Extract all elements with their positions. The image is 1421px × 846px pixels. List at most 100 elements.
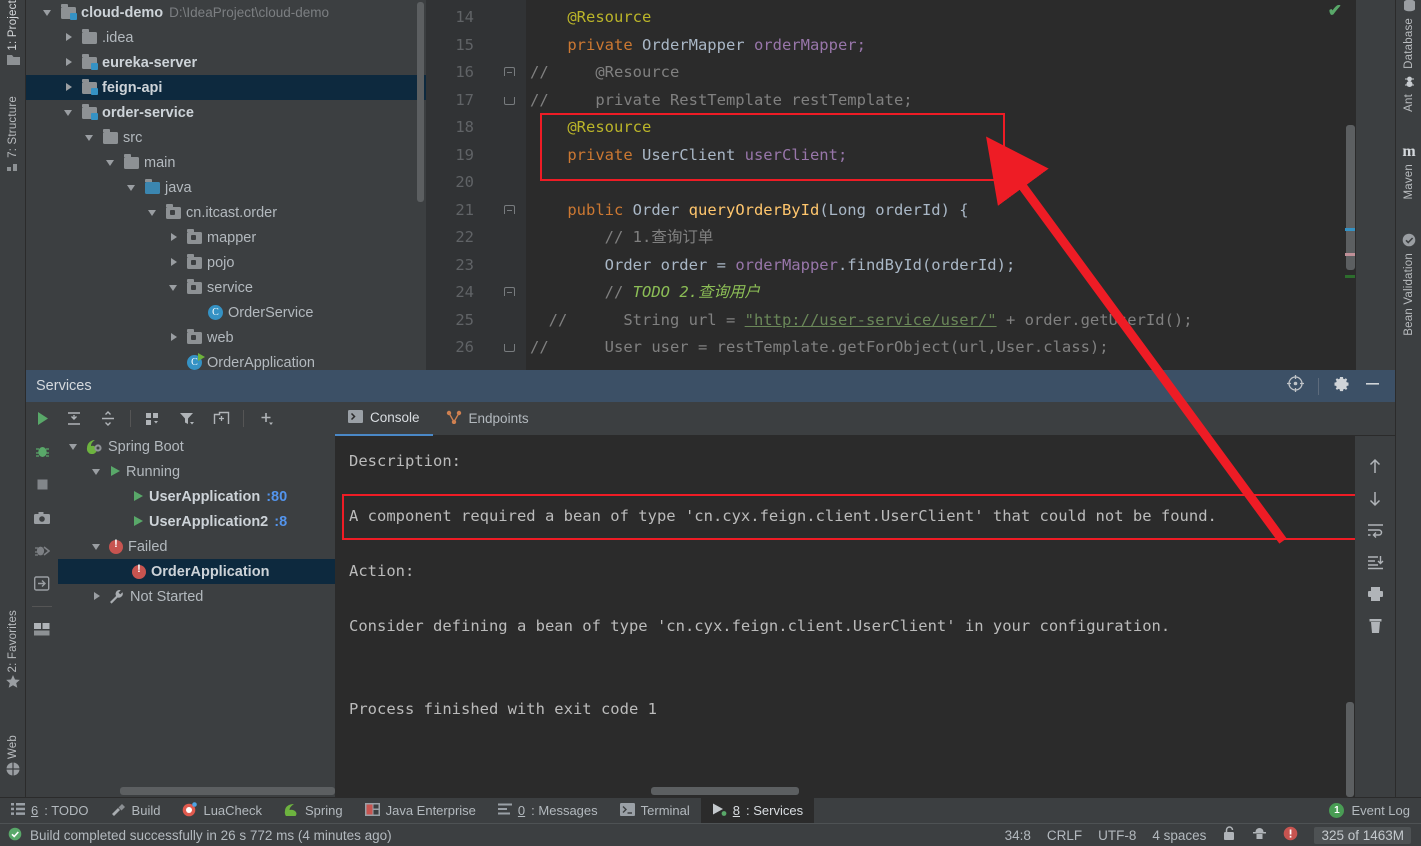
tree-item-src[interactable]: src [26, 125, 426, 150]
sidebar-item-project[interactable]: 1: Project [0, 0, 26, 71]
code-line[interactable]: 22 // 1.查询订单 [426, 224, 1356, 252]
chevron-right-icon[interactable] [63, 31, 76, 44]
file-encoding[interactable]: UTF-8 [1098, 828, 1136, 843]
chevron-down-icon[interactable] [105, 156, 118, 169]
chevron-down-icon[interactable] [168, 281, 181, 294]
code-line[interactable]: 26 // User user = restTemplate.getForObje… [426, 334, 1356, 362]
bottom-tab-messages[interactable]: 0: Messages [487, 798, 609, 824]
minimize-icon[interactable] [1364, 375, 1381, 397]
chevron-right-icon[interactable] [168, 231, 181, 244]
tree-item-cn-itcast-order[interactable]: cn.itcast.order [26, 200, 426, 225]
fold-marker-icon[interactable] [504, 67, 515, 76]
code-line[interactable]: 15 private OrderMapper orderMapper; [426, 32, 1356, 60]
chevron-right-icon[interactable] [63, 81, 76, 94]
indent-setting[interactable]: 4 spaces [1152, 828, 1206, 843]
tab-endpoints[interactable]: Endpoints [433, 402, 542, 436]
stop-icon[interactable] [26, 468, 58, 501]
line-separator[interactable]: CRLF [1047, 828, 1082, 843]
tree-item-cloud-demo[interactable]: cloud-demo D:\IdeaProject\cloud-demo [26, 0, 426, 25]
code-line[interactable]: 20 [426, 169, 1356, 197]
fold-marker-icon[interactable] [504, 204, 515, 214]
tab-console[interactable]: Console [335, 402, 433, 436]
code-line[interactable]: 16 // @Resource [426, 59, 1356, 87]
chevron-down-icon[interactable] [42, 6, 55, 19]
fold-marker-icon[interactable] [504, 287, 515, 296]
bottom-tab-build[interactable]: Build [100, 798, 172, 824]
service-item-failed[interactable]: Failed [58, 534, 335, 559]
debug-icon[interactable] [26, 435, 58, 468]
group-by-icon[interactable] [137, 402, 169, 435]
chevron-down-icon[interactable] [91, 540, 104, 553]
soft-wrap-icon[interactable] [1355, 514, 1395, 546]
camera-icon[interactable] [26, 501, 58, 534]
code-line[interactable]: 24 // TODO 2.查询用户 [426, 279, 1356, 307]
service-item-userapplication[interactable]: UserApplication:80 [58, 484, 335, 509]
code-line[interactable]: 17 // private RestTemplate restTemplate; [426, 87, 1356, 115]
unlocked-icon[interactable] [1222, 826, 1236, 844]
tree-item--idea[interactable]: .idea [26, 25, 426, 50]
code-line[interactable]: 14 @Resource [426, 4, 1356, 32]
code-line[interactable]: 23 Order order = orderMapper.findById(or… [426, 252, 1356, 280]
tree-item-orderapplication[interactable]: C OrderApplication [26, 350, 426, 370]
service-item-userapplication2[interactable]: UserApplication2:8 [58, 509, 335, 534]
error-icon[interactable] [1283, 826, 1298, 844]
scroll-down-icon[interactable] [1355, 482, 1395, 514]
bottom-tab-luacheck[interactable]: LuaCheck [171, 798, 273, 824]
chevron-down-icon[interactable] [84, 131, 97, 144]
project-tree-scrollbar[interactable] [417, 2, 424, 202]
filter-icon[interactable] [171, 402, 203, 435]
print-icon[interactable] [1355, 578, 1395, 610]
chevron-down-icon[interactable] [91, 465, 104, 478]
code-line[interactable]: 19 private UserClient userClient; [426, 142, 1356, 170]
tree-item-web[interactable]: web [26, 325, 426, 350]
bottom-tab-terminal[interactable]: Terminal [609, 798, 701, 824]
service-item-not-started[interactable]: Not Started [58, 584, 335, 609]
service-item-running[interactable]: Running [58, 459, 335, 484]
layout-icon[interactable] [26, 613, 58, 646]
bottom-tab-spring[interactable]: Spring [273, 798, 354, 824]
sidebar-item-structure[interactable]: 7: Structure [0, 96, 26, 178]
tree-item-service[interactable]: service [26, 275, 426, 300]
chevron-down-icon[interactable] [147, 206, 160, 219]
tree-item-feign-api[interactable]: feign-api [26, 75, 426, 100]
tree-item-pojo[interactable]: pojo [26, 250, 426, 275]
editor-scrollbar[interactable] [1346, 125, 1355, 270]
locate-icon[interactable] [1287, 375, 1304, 397]
bottom-tab-services[interactable]: 8: Services [700, 797, 815, 824]
code-line[interactable]: 25 // String url = "http://user-service/… [426, 307, 1356, 335]
scroll-up-icon[interactable] [1355, 450, 1395, 482]
run-icon[interactable] [26, 402, 58, 435]
sidebar-item-database[interactable]: Database [1396, 0, 1421, 69]
attach-debugger-icon[interactable] [26, 534, 58, 567]
chevron-down-icon[interactable] [126, 181, 139, 194]
services-tree-hscrollbar[interactable] [120, 787, 335, 795]
trash-icon[interactable] [1355, 610, 1395, 642]
chevron-down-icon[interactable] [63, 106, 76, 119]
project-tree-panel[interactable]: cloud-demo D:\IdeaProject\cloud-demo .idea… [26, 0, 426, 370]
add-tab-icon[interactable] [205, 402, 237, 435]
scroll-to-end-icon[interactable] [1355, 546, 1395, 578]
chevron-right-icon[interactable] [168, 256, 181, 269]
console-hscrollbar[interactable] [651, 787, 799, 795]
chevron-right-icon[interactable] [63, 56, 76, 69]
services-tree[interactable]: Spring Boot Running UserApplication:80 User… [58, 434, 335, 797]
bottom-tab-javaenterprise[interactable]: Java Enterprise [354, 798, 487, 824]
fold-marker-icon[interactable] [504, 344, 515, 352]
tree-item-orderservice[interactable]: C OrderService [26, 300, 426, 325]
collapse-all-icon[interactable] [92, 402, 124, 435]
event-log-button[interactable]: 1 Event Log [1318, 798, 1421, 824]
import-icon[interactable] [26, 567, 58, 600]
tree-item-eureka-server[interactable]: eureka-server [26, 50, 426, 75]
sidebar-item-maven[interactable]: m Maven [1396, 140, 1421, 200]
chevron-right-icon[interactable] [91, 590, 104, 603]
sidebar-item-web[interactable]: Web [0, 735, 26, 782]
caret-position[interactable]: 34:8 [1005, 828, 1031, 843]
tree-item-java[interactable]: java [26, 175, 426, 200]
service-item-orderapplication[interactable]: OrderApplication [58, 559, 335, 584]
sidebar-item-bean-validation[interactable]: Bean Validation [1396, 230, 1421, 336]
tree-item-main[interactable]: main [26, 150, 426, 175]
service-item-spring-boot[interactable]: Spring Boot [58, 434, 335, 459]
memory-indicator[interactable]: 325 of 1463M [1314, 826, 1411, 844]
console-output[interactable]: Description: A component required a bean… [335, 436, 1380, 797]
code-line[interactable]: 21 public Order queryOrderById(Long orde… [426, 197, 1356, 225]
